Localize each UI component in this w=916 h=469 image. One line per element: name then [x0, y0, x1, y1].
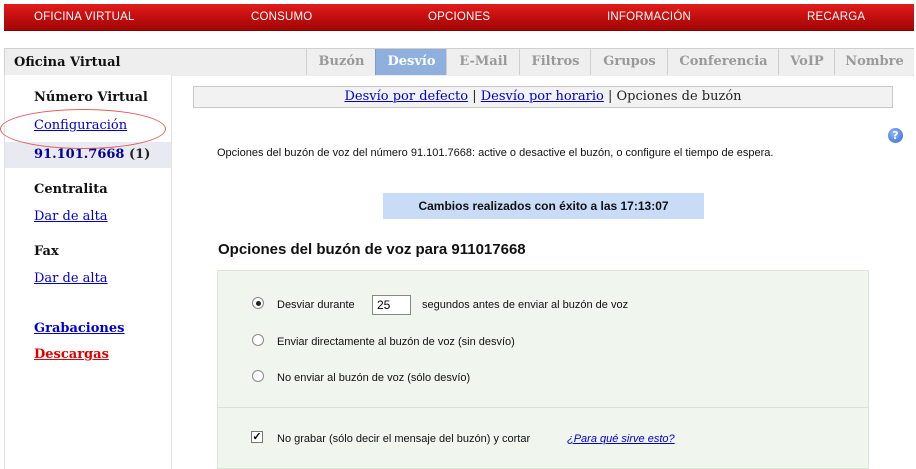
- nav-oficina-virtual[interactable]: OFICINA VIRTUAL: [34, 4, 135, 31]
- tab-grupos[interactable]: Grupos: [590, 49, 668, 75]
- subnav-current: Opciones de buzón: [616, 89, 742, 104]
- subnav-default-link[interactable]: Desvío por defecto: [344, 89, 468, 104]
- sidebar-divider: [171, 75, 172, 469]
- tab-desvio[interactable]: Desvío: [375, 49, 447, 75]
- success-banner: Cambios realizados con éxito a las 17:13…: [383, 193, 704, 219]
- page-title: Opciones del buzón de voz para 911017668: [218, 241, 526, 258]
- sidebar-heading-centralita: Centralita: [34, 182, 108, 197]
- nav-consumo[interactable]: CONSUMO: [251, 4, 312, 31]
- sidebar-downloads-link[interactable]: Descargas: [34, 347, 109, 362]
- tab-nombre[interactable]: Nombre: [834, 49, 914, 75]
- top-navigation: OFICINA VIRTUAL CONSUMO OPCIONES INFORMA…: [4, 4, 914, 31]
- subnav-schedule-link[interactable]: Desvío por horario: [481, 89, 604, 104]
- radio-divert[interactable]: [252, 297, 264, 309]
- panel-title: Oficina Virtual: [14, 55, 121, 70]
- nav-recarga[interactable]: RECARGA: [807, 4, 865, 31]
- sidebar-item-number[interactable]: 91.101.7668 (1): [5, 142, 172, 168]
- no-voicemail-label: No enviar al buzón de voz (sólo desvío): [277, 372, 471, 384]
- radio-direct[interactable]: [252, 334, 264, 346]
- divert-label-before: Desviar durante: [277, 299, 355, 311]
- sidebar-config-link[interactable]: Configuración: [34, 118, 127, 133]
- tab-email[interactable]: E-Mail: [446, 49, 520, 75]
- seconds-input[interactable]: 25: [372, 295, 411, 315]
- sidebar-heading-fax: Fax: [34, 244, 59, 259]
- sidebar-number-count: (1): [129, 147, 151, 162]
- tab-filtros[interactable]: Filtros: [519, 49, 591, 75]
- direct-label: Enviar directamente al buzón de voz (sin…: [277, 336, 515, 348]
- sidebar-number: 91.101.7668: [34, 147, 125, 162]
- radio-no-voicemail[interactable]: [252, 370, 264, 382]
- subnav-separator: |: [607, 89, 613, 104]
- panel-header: Oficina Virtual Buzón Desvío E-Mail Filt…: [4, 48, 914, 76]
- sidebar-centralita-link[interactable]: Dar de alta: [34, 209, 108, 224]
- divert-label-after: segundos antes de enviar al buzón de voz: [422, 299, 629, 311]
- page-description: Opciones del buzón de voz del número 91.…: [217, 147, 774, 159]
- sidebar-heading-virtual: Número Virtual: [34, 90, 148, 105]
- sidebar-fax-link[interactable]: Dar de alta: [34, 271, 108, 286]
- tab-voip[interactable]: VoIP: [778, 49, 835, 75]
- tab-conferencia[interactable]: Conferencia: [667, 49, 779, 75]
- no-record-checkbox[interactable]: ✓: [251, 431, 263, 443]
- nav-opciones[interactable]: OPCIONES: [428, 4, 490, 31]
- sub-navigation: Desvío por defecto | Desvío por horario …: [193, 86, 893, 108]
- nav-informacion[interactable]: INFORMACIÓN: [607, 4, 691, 31]
- tab-buzon[interactable]: Buzón: [306, 49, 376, 75]
- help-link[interactable]: ¿Para qué sirve esto?: [567, 433, 675, 445]
- sidebar: Número Virtual Configuración 91.101.7668…: [4, 75, 172, 469]
- no-record-label: No grabar (sólo decir el mensaje del buz…: [277, 433, 531, 445]
- sidebar-recordings-link[interactable]: Grabaciones: [34, 321, 124, 336]
- help-icon[interactable]: ?: [888, 128, 903, 143]
- options-divider: [217, 407, 869, 408]
- subnav-separator: |: [472, 89, 477, 104]
